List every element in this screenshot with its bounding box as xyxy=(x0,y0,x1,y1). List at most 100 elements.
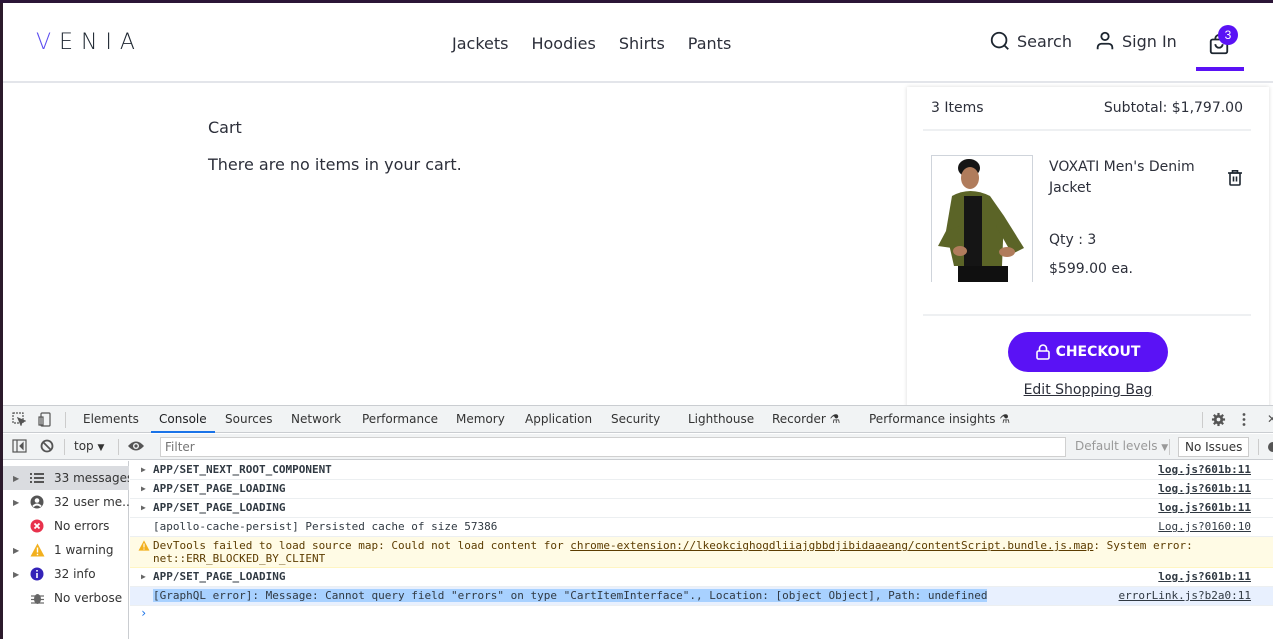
dropdown-arrow-icon: ▼ xyxy=(1161,443,1169,453)
devtools-tabbar: Elements Console Sources Network Perform… xyxy=(3,406,1273,433)
tab-network[interactable]: Network xyxy=(291,406,341,433)
console-prompt-icon[interactable]: › xyxy=(140,606,147,620)
expand-arrow-icon: ▶ xyxy=(13,569,20,579)
console-message[interactable]: [apollo-cache-persist] Persisted cache o… xyxy=(130,518,1273,537)
console-message-text: APP/SET_PAGE_LOADING xyxy=(153,501,286,514)
list-icon xyxy=(29,470,45,486)
console-message[interactable]: ▶ APP/SET_PAGE_LOADING log.js?601b:11 xyxy=(130,568,1273,587)
sidebar-item-verbose[interactable]: No verbose xyxy=(3,586,129,610)
tabbar-divider xyxy=(65,412,66,428)
issues-button[interactable]: No Issues xyxy=(1178,437,1250,457)
console-message-text: APP/SET_NEXT_ROOT_COMPONENT xyxy=(153,463,332,476)
sidebar-item-label: 1 warning xyxy=(54,543,114,557)
expand-arrow-icon: ▶ xyxy=(13,473,20,483)
sidebar-item-label: No verbose xyxy=(54,591,123,605)
console-source-link[interactable]: log.js?601b:11 xyxy=(1158,501,1251,514)
jacket-model-image xyxy=(932,156,1032,282)
items-count: 3 Items xyxy=(931,100,984,116)
user-icon xyxy=(1096,31,1114,50)
console-filter-input[interactable] xyxy=(160,437,1066,457)
browser-viewport: VENIA Jackets Hoodies Shirts Pants Searc… xyxy=(3,3,1273,639)
device-toolbar-icon[interactable] xyxy=(38,412,52,427)
devtools-panel: Elements Console Sources Network Perform… xyxy=(3,405,1273,639)
console-settings-gear-icon[interactable] xyxy=(1266,440,1273,454)
sidebar-toggle-icon[interactable] xyxy=(12,439,27,453)
cart-trigger-button[interactable]: 3 xyxy=(1196,25,1244,73)
site-header: VENIA Jackets Hoodies Shirts Pants Searc… xyxy=(3,3,1273,83)
console-source-link[interactable]: log.js?601b:11 xyxy=(1158,463,1251,476)
tab-application[interactable]: Application xyxy=(525,406,592,433)
tab-console[interactable]: Console xyxy=(151,406,215,433)
nav-pants[interactable]: Pants xyxy=(688,34,731,53)
warning-icon xyxy=(138,540,150,551)
log-levels-dropdown[interactable]: Default levels ▼ xyxy=(1075,439,1168,453)
lock-icon xyxy=(1035,344,1050,360)
toolbar-divider xyxy=(1258,439,1259,455)
clear-console-icon[interactable] xyxy=(40,439,54,453)
tab-elements[interactable]: Elements xyxy=(83,406,139,433)
more-options-icon[interactable] xyxy=(1241,412,1247,427)
tab-performance-insights-label: Performance insights xyxy=(869,412,996,426)
info-icon xyxy=(29,566,45,582)
console-message[interactable]: ▶ APP/SET_PAGE_LOADING log.js?601b:11 xyxy=(130,480,1273,499)
inspect-element-icon[interactable] xyxy=(12,412,26,426)
console-message[interactable]: ▶ APP/SET_NEXT_ROOT_COMPONENT log.js?601… xyxy=(130,461,1273,480)
tab-memory[interactable]: Memory xyxy=(456,406,505,433)
tabbar-divider xyxy=(1202,412,1203,428)
console-message[interactable]: ▶ APP/SET_PAGE_LOADING log.js?601b:11 xyxy=(130,499,1273,518)
console-output: ▶ APP/SET_NEXT_ROOT_COMPONENT log.js?601… xyxy=(130,461,1273,639)
product-price: $599.00 ea. xyxy=(1049,261,1133,277)
console-message-text: [apollo-cache-persist] Persisted cache o… xyxy=(153,520,498,533)
nav-jackets[interactable]: Jackets xyxy=(452,34,508,53)
remove-item-button[interactable] xyxy=(1227,169,1243,191)
context-label: top xyxy=(74,439,94,453)
console-message-text: APP/SET_PAGE_LOADING xyxy=(153,482,286,495)
console-source-link[interactable]: Log.js?0160:10 xyxy=(1158,520,1251,533)
console-message-text: [GraphQL error]: Message: Cannot query f… xyxy=(153,589,988,602)
tab-performance-insights[interactable]: Performance insights ⚗ xyxy=(869,406,1010,433)
console-source-link[interactable]: log.js?601b:11 xyxy=(1158,570,1251,583)
nav-hoodies[interactable]: Hoodies xyxy=(531,34,595,53)
settings-gear-icon[interactable] xyxy=(1211,412,1226,427)
bug-icon xyxy=(29,590,45,606)
checkout-button[interactable]: CHECKOUT xyxy=(1008,332,1168,372)
sidebar-item-warnings[interactable]: ▶ 1 warning xyxy=(3,538,129,562)
flask-icon: ⚗ xyxy=(829,412,841,426)
expand-arrow-icon: ▶ xyxy=(13,497,20,507)
warning-text-line2: net::ERR_BLOCKED_BY_CLIENT xyxy=(153,552,326,565)
cart-active-indicator xyxy=(1196,67,1244,71)
tab-lighthouse[interactable]: Lighthouse xyxy=(688,406,754,433)
main-nav: Jackets Hoodies Shirts Pants xyxy=(452,34,754,53)
console-warning[interactable]: DevTools failed to load source map: Coul… xyxy=(130,537,1273,568)
venia-logo[interactable]: VENIA xyxy=(36,30,143,55)
live-expression-eye-icon[interactable] xyxy=(127,440,145,452)
sidebar-item-user-messages[interactable]: ▶ 32 user me... xyxy=(3,490,129,514)
close-devtools-icon[interactable]: ✕ xyxy=(1267,406,1273,433)
sidebar-item-errors[interactable]: No errors xyxy=(3,514,129,538)
product-image[interactable] xyxy=(931,155,1033,282)
tab-sources[interactable]: Sources xyxy=(225,406,272,433)
sidebar-item-label: 32 info xyxy=(54,567,96,581)
console-source-link[interactable]: log.js?601b:11 xyxy=(1158,482,1251,495)
context-selector[interactable]: top ▼ xyxy=(74,439,104,453)
sidebar-item-info[interactable]: ▶ 32 info xyxy=(3,562,129,586)
console-source-link[interactable]: errorLink.js?b2a0:11 xyxy=(1119,589,1251,602)
sidebar-item-messages[interactable]: ▶ 33 messages xyxy=(3,466,129,490)
page-title: Cart xyxy=(208,118,242,137)
nav-shirts[interactable]: Shirts xyxy=(619,34,665,53)
search-button[interactable]: Search xyxy=(989,30,1072,52)
signin-button[interactable]: Sign In xyxy=(1094,30,1177,52)
checkout-label: CHECKOUT xyxy=(1055,344,1141,360)
warning-icon xyxy=(29,542,45,558)
tab-recorder[interactable]: Recorder ⚗ xyxy=(772,406,840,433)
source-map-link[interactable]: chrome-extension://lkeokcighogdliiajgbbd… xyxy=(570,539,1093,552)
cart-item: VOXATI Men's Denim Jacket Qty : 3 $599.0… xyxy=(931,155,1251,282)
console-error-message[interactable]: [GraphQL error]: Message: Cannot query f… xyxy=(130,587,1273,606)
product-name[interactable]: VOXATI Men's Denim Jacket xyxy=(1049,157,1209,199)
tab-security[interactable]: Security xyxy=(611,406,660,433)
tab-performance[interactable]: Performance xyxy=(362,406,438,433)
log-levels-label: Default levels xyxy=(1075,439,1158,453)
edit-shopping-bag-link[interactable]: Edit Shopping Bag xyxy=(907,382,1269,398)
expand-arrow-icon: ▶ xyxy=(141,503,146,512)
user-icon xyxy=(29,494,45,510)
